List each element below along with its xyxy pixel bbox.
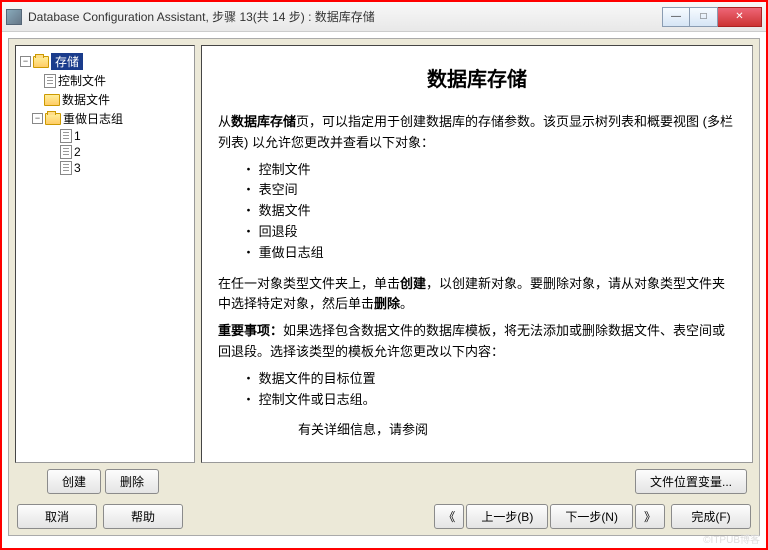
tree-label: 3	[74, 161, 81, 175]
tree-item-control-files[interactable]: 控制文件	[20, 71, 190, 90]
create-button[interactable]: 创建	[47, 469, 101, 494]
text: 在任一对象类型文件夹上，单击	[218, 276, 400, 291]
doc-icon	[60, 145, 72, 159]
list-item: 回退段	[242, 222, 736, 243]
tree-item-redolog-groups[interactable]: − 重做日志组	[20, 109, 190, 128]
tree-item-redolog-1[interactable]: 1	[20, 128, 190, 144]
back-arrow-button[interactable]: 《	[434, 504, 464, 529]
collapse-icon[interactable]: −	[20, 56, 31, 67]
file-location-button[interactable]: 文件位置变量...	[635, 469, 747, 494]
create-delete-paragraph: 在任一对象类型文件夹上，单击创建，以创建新对象。要删除对象，请从对象类型文件夹中…	[218, 274, 736, 316]
tree-label: 2	[74, 145, 81, 159]
titlebar: Database Configuration Assistant, 步骤 13(…	[2, 2, 766, 32]
text: 页，可以指定用于创建数据库的存储参数。该页显示树列表和概要视图 (多栏列表) 以…	[218, 114, 733, 150]
window-title: Database Configuration Assistant, 步骤 13(…	[28, 8, 662, 25]
tree-item-redolog-2[interactable]: 2	[20, 144, 190, 160]
doc-icon	[60, 161, 72, 175]
content-panel: 数据库存储 从数据库存储页，可以指定用于创建数据库的存储参数。该页显示树列表和概…	[201, 45, 753, 463]
text-bold: 创建	[400, 276, 426, 291]
minimize-button[interactable]: —	[662, 7, 690, 27]
tree-label: 1	[74, 129, 81, 143]
text: 如果选择包含数据文件的数据库模板，将无法添加或删除数据文件、表空间或回退段。选择…	[218, 323, 725, 359]
important-paragraph: 重要事项：如果选择包含数据文件的数据库模板，将无法添加或删除数据文件、表空间或回…	[218, 321, 736, 363]
back-button[interactable]: 上一步(B)	[466, 504, 548, 529]
list-item: 控制文件或日志组。	[242, 390, 736, 411]
finish-button[interactable]: 完成(F)	[671, 504, 751, 529]
list-item: 数据文件	[242, 201, 736, 222]
intro-paragraph: 从数据库存储页，可以指定用于创建数据库的存储参数。该页显示树列表和概要视图 (多…	[218, 112, 736, 154]
text-bold: 删除	[374, 296, 400, 311]
tree-label: 控制文件	[58, 72, 106, 89]
tree-label: 数据文件	[62, 91, 110, 108]
close-button[interactable]: ✕	[718, 7, 762, 27]
text: 从	[218, 114, 231, 129]
window-controls: — □ ✕	[662, 7, 762, 27]
list-item: 重做日志组	[242, 243, 736, 264]
doc-icon	[60, 129, 72, 143]
tree-label: 重做日志组	[63, 110, 123, 127]
tree-root[interactable]: − 存储	[20, 52, 190, 71]
maximize-button[interactable]: □	[690, 7, 718, 27]
next-button[interactable]: 下一步(N)	[550, 504, 633, 529]
folder-open-icon	[45, 113, 61, 125]
folder-open-icon	[33, 56, 49, 68]
template-list: 数据文件的目标位置 控制文件或日志组。	[242, 369, 736, 411]
important-label: 重要事项：	[218, 323, 283, 338]
doc-icon	[44, 74, 56, 88]
folder-icon	[44, 94, 60, 106]
wizard-nav-row: 取消 帮助 《 上一步(B) 下一步(N) 》 完成(F)	[15, 498, 753, 529]
tree-root-label: 存储	[51, 53, 83, 70]
delete-button[interactable]: 删除	[105, 469, 159, 494]
next-arrow-button[interactable]: 》	[635, 504, 665, 529]
page-title: 数据库存储	[218, 64, 736, 96]
collapse-icon[interactable]: −	[32, 113, 43, 124]
list-item: 数据文件的目标位置	[242, 369, 736, 390]
main-row: − 存储 控制文件 数据文件 − 重做日志组	[15, 45, 753, 463]
tree-item-datafiles[interactable]: 数据文件	[20, 90, 190, 109]
help-button[interactable]: 帮助	[103, 504, 183, 529]
list-item: 控制文件	[242, 160, 736, 181]
text-bold: 数据库存储	[231, 114, 296, 129]
object-list: 控制文件 表空间 数据文件 回退段 重做日志组	[242, 160, 736, 264]
main-panel: − 存储 控制文件 数据文件 − 重做日志组	[8, 38, 760, 536]
tree-item-redolog-3[interactable]: 3	[20, 160, 190, 176]
more-info: 有关详细信息，请参阅	[298, 420, 736, 441]
mid-button-row: 创建 删除 文件位置变量...	[15, 463, 753, 498]
cancel-button[interactable]: 取消	[17, 504, 97, 529]
app-icon	[6, 9, 22, 25]
tree-panel: − 存储 控制文件 数据文件 − 重做日志组	[15, 45, 195, 463]
text: 。	[400, 296, 413, 311]
list-item: 表空间	[242, 180, 736, 201]
